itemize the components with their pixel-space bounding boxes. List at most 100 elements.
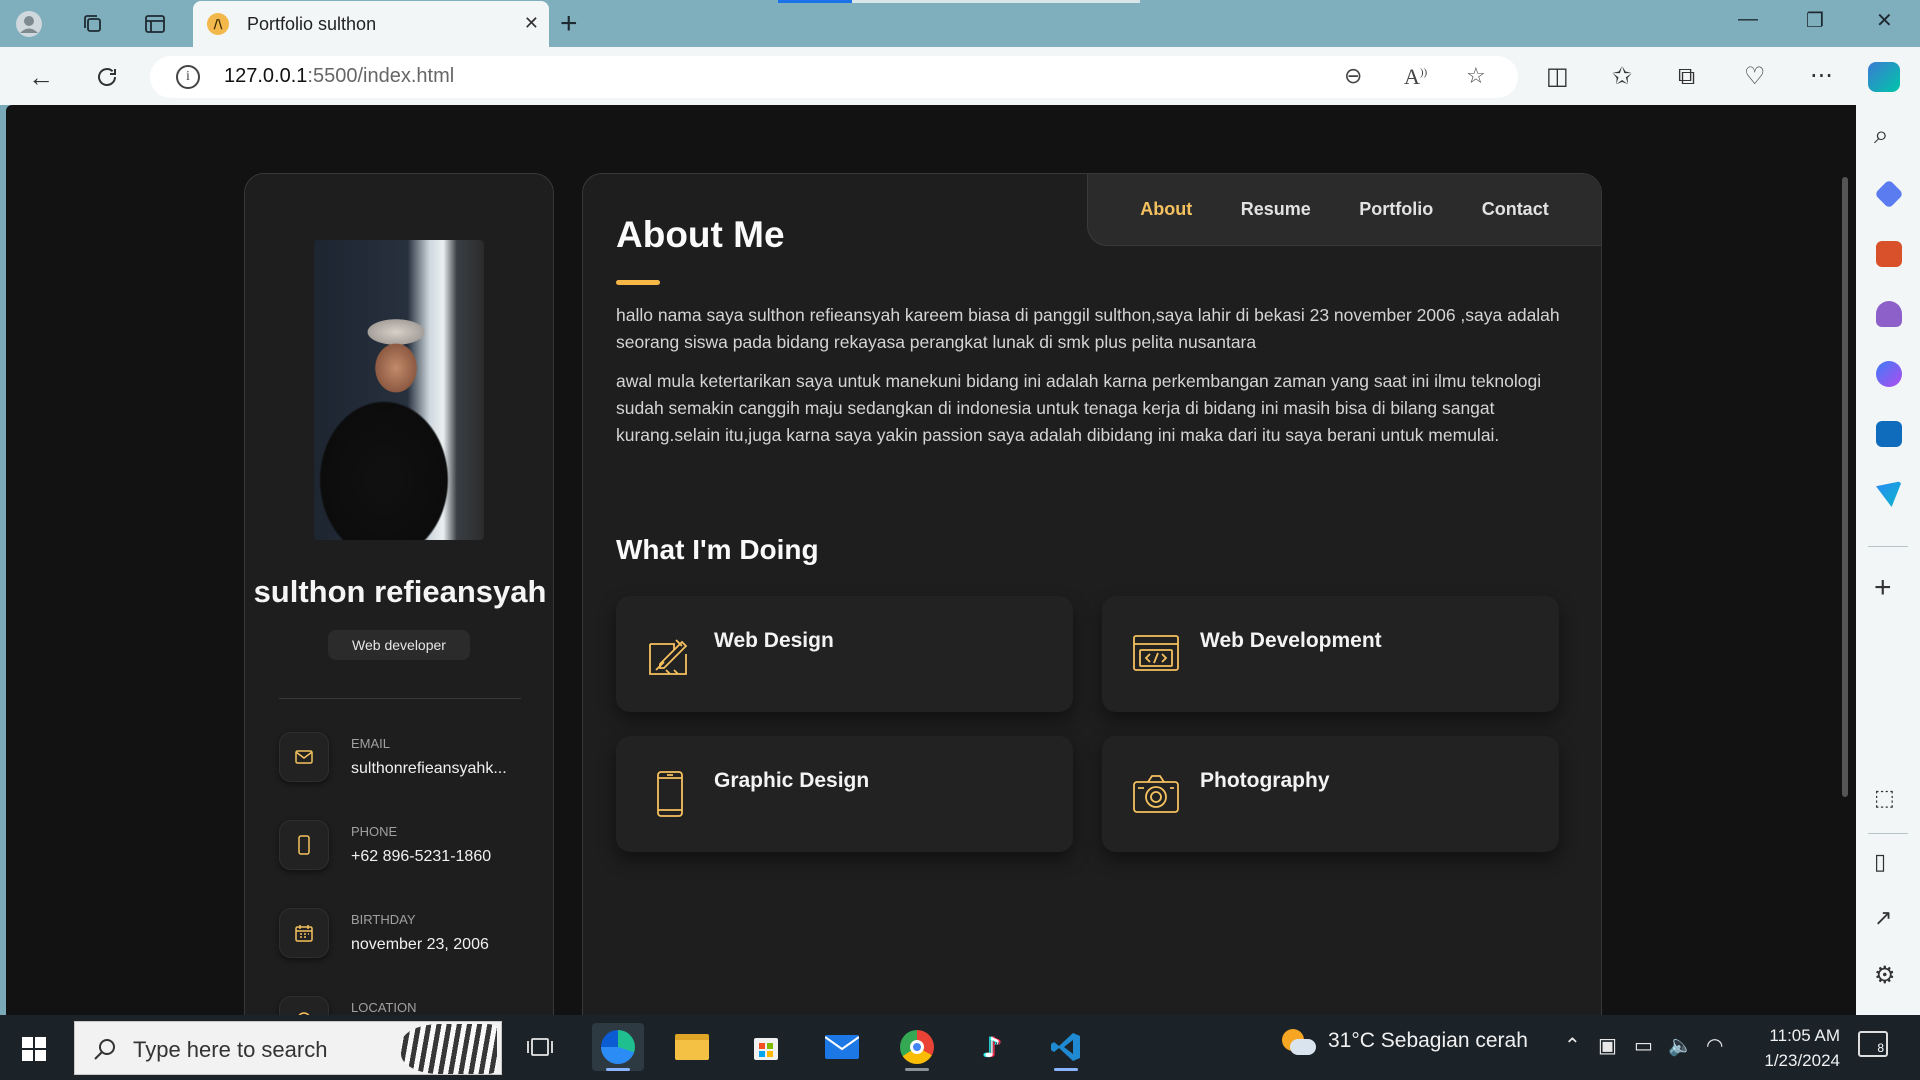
battery-icon[interactable]: ▭ bbox=[1634, 1033, 1653, 1057]
phone-icon bbox=[279, 820, 329, 870]
copilot-icon[interactable] bbox=[1868, 62, 1900, 92]
taskbar-clock[interactable]: 11:05 AM 1/23/2024 bbox=[1740, 1023, 1840, 1073]
profile-sidebar: sulthon refieansyah Web developer Email … bbox=[244, 173, 554, 1015]
open-external-icon[interactable]: ↗ bbox=[1874, 905, 1892, 931]
edge-sidebar: ⌕ + ⬚ ▯ ↗ ⚙ bbox=[1856, 105, 1920, 1015]
zoom-out-icon[interactable]: ⊖ bbox=[1344, 64, 1362, 89]
chevron-up-icon[interactable]: ⌃ bbox=[1564, 1033, 1581, 1057]
chrome-icon[interactable] bbox=[891, 1023, 943, 1071]
close-window-button[interactable]: ✕ bbox=[1876, 8, 1893, 33]
profile-name: sulthon refieansyah bbox=[253, 574, 547, 609]
workspaces-icon[interactable] bbox=[78, 9, 108, 39]
sidebar-divider bbox=[1868, 833, 1908, 834]
tiktok-icon[interactable]: ♪ bbox=[966, 1023, 1018, 1071]
collections-icon[interactable]: ⧉ bbox=[1678, 62, 1695, 90]
search-icon[interactable]: ⌕ bbox=[1874, 119, 1889, 151]
tab-portfolio[interactable]: /\ Portfolio sulthon ✕ bbox=[193, 1, 549, 47]
camera-icon bbox=[1133, 775, 1179, 813]
task-view-icon[interactable] bbox=[514, 1023, 566, 1071]
refresh-button[interactable] bbox=[90, 60, 124, 94]
title-underline bbox=[616, 280, 660, 285]
page-scrollbar[interactable] bbox=[1842, 177, 1848, 797]
phone-link[interactable]: +62 896-5231-1860 bbox=[351, 848, 521, 866]
contact-label: Phone bbox=[351, 824, 398, 839]
minimize-button[interactable]: — bbox=[1738, 8, 1758, 31]
search-highlight-image bbox=[401, 1024, 497, 1074]
notification-count: 8 bbox=[1877, 1041, 1884, 1055]
mail-icon[interactable] bbox=[816, 1023, 868, 1071]
windows-taskbar: Type here to search ♪ 31°C Sebagian cera… bbox=[0, 1015, 1920, 1080]
windows-start-icon[interactable] bbox=[22, 1037, 46, 1065]
weather-icon bbox=[1280, 1029, 1316, 1061]
read-aloud-icon[interactable]: A)) bbox=[1404, 64, 1427, 90]
favorite-star-icon[interactable]: ☆ bbox=[1466, 64, 1486, 89]
clock-date: 1/23/2024 bbox=[1764, 1051, 1840, 1070]
more-menu-icon[interactable]: ··· bbox=[1810, 62, 1833, 90]
service-title: Web Development bbox=[1200, 629, 1382, 652]
close-tab-icon[interactable]: ✕ bbox=[524, 13, 539, 34]
outlook-icon[interactable] bbox=[1876, 421, 1902, 447]
email-link[interactable]: sulthonrefieansyahk... bbox=[351, 760, 521, 778]
hide-sidebar-icon[interactable]: ▯ bbox=[1874, 849, 1886, 875]
tab-actions-icon[interactable] bbox=[140, 9, 170, 39]
service-title: Web Design bbox=[714, 629, 834, 652]
contact-birthday: Birthday november 23, 2006 bbox=[279, 908, 539, 968]
restore-button[interactable]: ❐ bbox=[1806, 8, 1824, 33]
favorites-icon[interactable]: ✩ bbox=[1612, 62, 1632, 90]
service-web-development: Web Development bbox=[1102, 596, 1559, 712]
nav-about[interactable]: About bbox=[1140, 199, 1192, 220]
search-placeholder: Type here to search bbox=[133, 1037, 328, 1062]
about-paragraph-2: awal mula ketertarikan saya untuk maneku… bbox=[616, 371, 1542, 445]
edge-taskbar-icon[interactable] bbox=[592, 1023, 644, 1071]
main-content: About Resume Portfolio Contact About Me … bbox=[582, 173, 1602, 1015]
add-sidebar-app-icon[interactable]: + bbox=[1874, 571, 1892, 605]
nav-resume[interactable]: Resume bbox=[1241, 199, 1311, 220]
taskbar-search[interactable]: Type here to search bbox=[74, 1021, 502, 1075]
wifi-icon[interactable]: ◠ bbox=[1706, 1033, 1723, 1057]
split-screen-icon[interactable]: ◫ bbox=[1546, 62, 1569, 90]
mail-icon bbox=[279, 732, 329, 782]
games-icon[interactable] bbox=[1876, 301, 1902, 327]
profile-icon[interactable] bbox=[14, 9, 44, 39]
shopping-tag-icon[interactable] bbox=[1874, 179, 1904, 209]
nav-contact[interactable]: Contact bbox=[1482, 199, 1549, 220]
location-icon bbox=[279, 996, 329, 1015]
browser-essentials-icon[interactable]: ♡ bbox=[1744, 62, 1766, 90]
contact-email: Email sulthonrefieansyahk... bbox=[279, 732, 539, 792]
screenshot-icon[interactable]: ⬚ bbox=[1874, 785, 1895, 811]
services-title: What I'm Doing bbox=[616, 534, 819, 565]
microsoft-store-icon[interactable] bbox=[740, 1023, 792, 1071]
service-graphic-design: Graphic Design bbox=[616, 736, 1073, 852]
notification-center-icon[interactable]: 8 bbox=[1858, 1031, 1888, 1057]
page-load-progress bbox=[778, 0, 1140, 3]
volume-icon[interactable]: 🔈 bbox=[1668, 1033, 1693, 1057]
page-viewport: sulthon refieansyah Web developer Email … bbox=[6, 105, 1856, 1015]
nav-portfolio[interactable]: Portfolio bbox=[1359, 199, 1433, 220]
contact-location: Location bbox=[279, 996, 539, 1015]
service-photography: Photography bbox=[1102, 736, 1559, 852]
file-explorer-icon[interactable] bbox=[666, 1023, 718, 1071]
contact-label: Location bbox=[351, 1000, 417, 1015]
tab-title: Portfolio sulthon bbox=[247, 13, 377, 34]
contact-phone: Phone +62 896-5231-1860 bbox=[279, 820, 539, 880]
site-info-icon[interactable]: i bbox=[176, 65, 200, 89]
tools-icon[interactable] bbox=[1876, 241, 1902, 267]
back-button[interactable]: ← bbox=[24, 60, 58, 94]
contact-label: Birthday bbox=[351, 912, 416, 927]
weather-text[interactable]: 31°C Sebagian cerah bbox=[1328, 1029, 1528, 1053]
browser-titlebar: /\ Portfolio sulthon ✕ + — ❐ ✕ bbox=[0, 0, 1920, 47]
url-text[interactable]: 127.0.0.1:5500/index.html bbox=[224, 65, 454, 88]
service-title: Graphic Design bbox=[714, 769, 870, 792]
microsoft365-icon[interactable] bbox=[1876, 361, 1902, 387]
calendar-icon bbox=[279, 908, 329, 958]
drop-icon[interactable] bbox=[1876, 481, 1902, 507]
settings-gear-icon[interactable]: ⚙ bbox=[1874, 961, 1896, 990]
vscode-icon[interactable] bbox=[1040, 1023, 1092, 1071]
address-bar[interactable]: i 127.0.0.1:5500/index.html ⊖ A)) ☆ bbox=[150, 56, 1518, 98]
new-tab-button[interactable]: + bbox=[560, 7, 578, 41]
code-icon bbox=[1133, 635, 1179, 671]
favicon-icon: /\ bbox=[207, 13, 229, 35]
meet-now-icon[interactable]: ▣ bbox=[1598, 1033, 1617, 1057]
sidebar-separator bbox=[279, 698, 521, 699]
mobile-icon bbox=[657, 771, 683, 817]
